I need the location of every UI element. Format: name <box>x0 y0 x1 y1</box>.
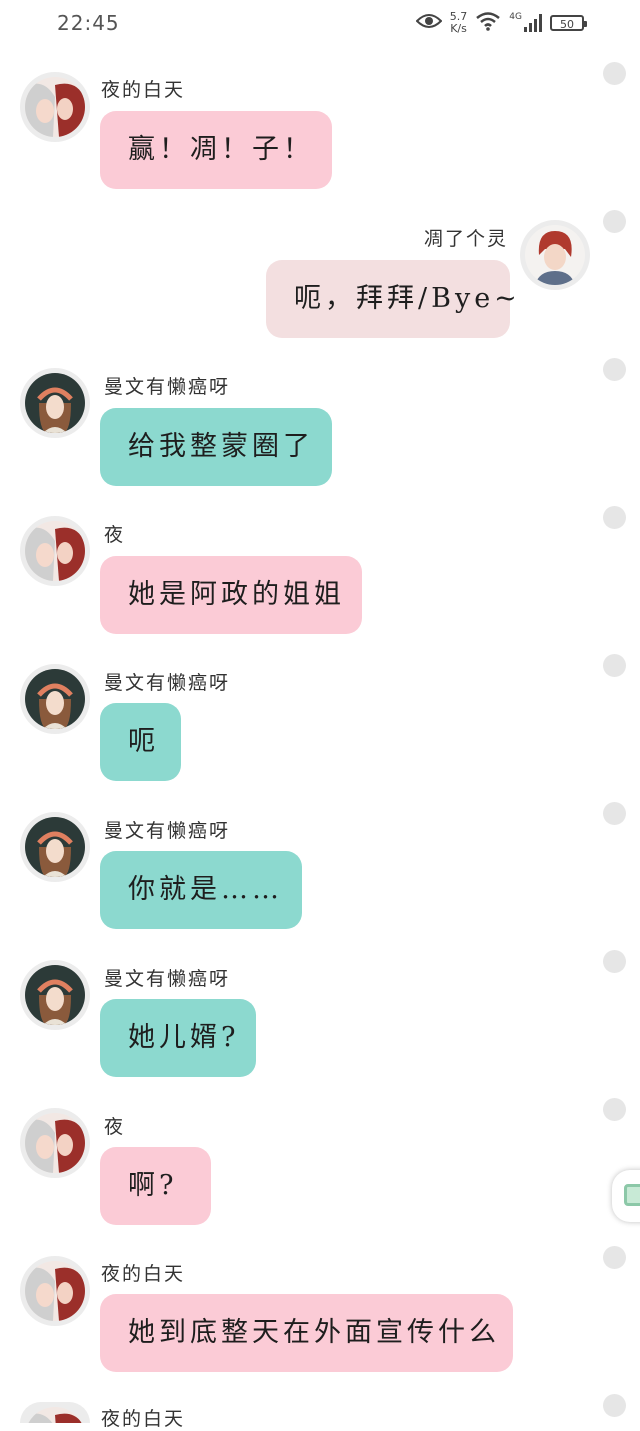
sender-name: 夜的白天 <box>101 1263 186 1285</box>
message-bubble[interactable]: 给我整蒙圈了 <box>100 408 332 486</box>
message-bubble[interactable]: 她儿婿? <box>100 999 256 1077</box>
sender-name: 夜的白天 <box>101 79 186 101</box>
message-bubble[interactable]: 她到底整天在外面宣传什么 <box>100 1294 513 1372</box>
message-bubble[interactable]: 啊? <box>100 1147 211 1225</box>
avatar[interactable] <box>520 220 590 290</box>
avatar[interactable] <box>20 664 90 734</box>
select-circle[interactable] <box>603 950 626 973</box>
select-circle[interactable] <box>603 62 626 85</box>
avatar-image <box>25 1261 85 1321</box>
avatar[interactable] <box>20 72 90 142</box>
avatar-image <box>25 669 85 729</box>
avatar-image <box>25 77 85 137</box>
network-speed: 5.7 K/s <box>449 10 468 35</box>
avatar[interactable] <box>20 960 90 1030</box>
select-circle[interactable] <box>603 654 626 677</box>
avatar-image <box>525 225 585 285</box>
avatar-image <box>25 817 85 877</box>
message-bubble[interactable]: 她是阿政的姐姐 <box>100 556 362 634</box>
avatar[interactable] <box>20 1402 90 1423</box>
status-time: 22:45 <box>57 11 120 35</box>
sender-name: 夜 <box>104 1116 126 1138</box>
wifi-icon <box>475 11 501 35</box>
sender-name: 曼文有懒癌呀 <box>104 672 231 694</box>
avatar-image <box>25 521 85 581</box>
select-circle[interactable] <box>603 1246 626 1269</box>
message-bubble[interactable]: 呃 <box>100 703 181 781</box>
sender-name: 曼文有懒癌呀 <box>104 376 231 398</box>
avatar-image <box>25 965 85 1025</box>
select-circle[interactable] <box>603 506 626 529</box>
avatar[interactable] <box>20 1256 90 1326</box>
avatar-image <box>25 1113 85 1173</box>
avatar[interactable] <box>20 1108 90 1178</box>
avatar-image <box>25 373 85 433</box>
avatar[interactable] <box>20 368 90 438</box>
signal-icon <box>524 14 542 32</box>
sender-name: 凋了个灵 <box>423 228 508 250</box>
floating-image-tab[interactable] <box>612 1170 640 1222</box>
select-circle[interactable] <box>603 802 626 825</box>
status-bar: 22:45 5.7 K/s 4G 50 <box>0 0 640 48</box>
select-circle[interactable] <box>603 1098 626 1121</box>
message-bubble[interactable]: 你就是…… <box>100 851 302 929</box>
avatar[interactable] <box>20 812 90 882</box>
select-circle[interactable] <box>603 210 626 233</box>
avatar[interactable] <box>20 516 90 586</box>
sender-name: 曼文有懒癌呀 <box>104 968 231 990</box>
status-icons: 5.7 K/s 4G 50 <box>415 10 587 36</box>
sender-name: 夜 <box>104 524 126 546</box>
sender-name: 曼文有懒癌呀 <box>104 820 231 842</box>
eye-icon <box>415 12 443 34</box>
sender-name: 夜的白天 <box>101 1408 186 1430</box>
battery-icon: 50 <box>550 15 587 31</box>
avatar-image <box>25 1407 85 1423</box>
select-circle[interactable] <box>603 358 626 381</box>
image-icon <box>624 1184 640 1206</box>
message-bubble[interactable]: 赢！凋！子！ <box>100 111 332 189</box>
message-bubble[interactable]: 呃，拜拜/Bye~ <box>266 260 517 338</box>
network-type: 4G <box>509 12 522 22</box>
select-circle[interactable] <box>603 1394 626 1417</box>
